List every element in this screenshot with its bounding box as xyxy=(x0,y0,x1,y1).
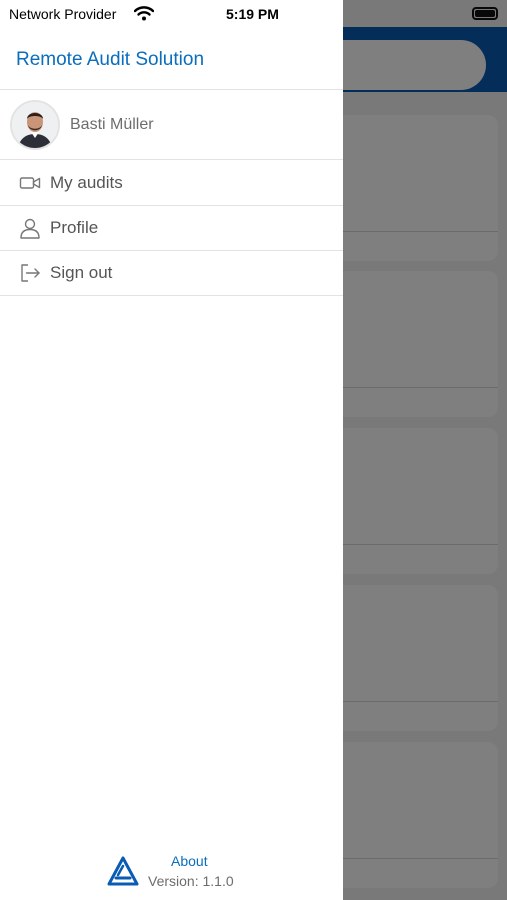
menu-item-profile[interactable]: Profile xyxy=(0,205,343,250)
video-camera-icon xyxy=(19,172,41,194)
user-profile-header[interactable]: Basti Müller xyxy=(0,90,343,159)
user-name: Basti Müller xyxy=(70,116,154,133)
navigation-drawer: Network Provider 5:19 PM Remote Audit So… xyxy=(0,0,343,900)
company-logo-icon xyxy=(107,856,139,891)
version-label: Version: 1.1.0 xyxy=(148,873,234,889)
divider xyxy=(0,295,343,296)
user-icon xyxy=(19,217,41,239)
wifi-icon xyxy=(133,5,155,26)
menu-item-label: Sign out xyxy=(50,263,113,282)
avatar xyxy=(10,100,60,150)
menu-item-label: My audits xyxy=(50,173,123,192)
carrier-label: Network Provider xyxy=(9,6,117,22)
status-bar: Network Provider 5:19 PM xyxy=(0,0,343,28)
clock: 5:19 PM xyxy=(226,6,279,22)
drawer-footer: About Version: 1.1.0 xyxy=(0,848,343,898)
about-link[interactable]: About xyxy=(171,853,208,869)
app-title: Remote Audit Solution xyxy=(16,49,205,70)
menu-item-label: Profile xyxy=(50,218,99,237)
sign-out-icon xyxy=(19,262,41,284)
menu-item-my-audits[interactable]: My audits xyxy=(0,160,343,205)
menu-item-sign-out[interactable]: Sign out xyxy=(0,250,343,295)
